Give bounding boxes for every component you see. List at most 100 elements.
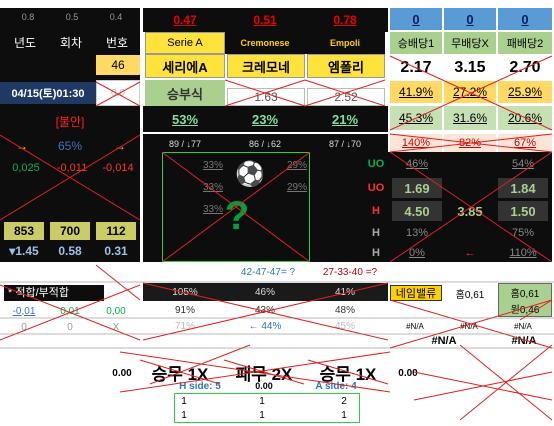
mid-r3-2: ← 44%: [248, 320, 282, 332]
team-ko-2: 크레모네: [227, 54, 305, 78]
blue-header-1: 0: [390, 8, 442, 30]
side-a: A side: 4: [315, 380, 357, 392]
odds-top-2: 0.51: [253, 13, 277, 27]
uo1-a: 46%: [405, 158, 429, 170]
green-header-2: 무배당X: [444, 32, 496, 54]
row-label-uo-2: UO: [367, 182, 385, 194]
pct-main-2: 23%: [251, 111, 279, 127]
change-3: -0,014: [102, 162, 134, 174]
decimal-3: 0.31: [104, 244, 128, 258]
pitch-left-pct-1: 33%: [202, 159, 223, 171]
fit-r2-3: X: [112, 321, 120, 333]
odds-top-3: 0.78: [333, 13, 357, 27]
grid-r2-1: 1: [181, 409, 187, 421]
number-cell[interactable]: 46: [96, 55, 140, 75]
na-5: #N/A: [511, 335, 537, 347]
home-value: 홈0,61: [455, 289, 485, 301]
formula-2: 27-33-40 =?: [322, 266, 378, 278]
grid-r1-1: 1: [181, 395, 187, 407]
na-4: #N/A: [431, 335, 457, 347]
away-value: 원0,46: [510, 304, 540, 316]
mid-r3-1: 71%: [174, 320, 195, 332]
label-year: 년도: [13, 35, 37, 50]
change-1: 0,025: [12, 162, 40, 174]
num-3: 112: [96, 222, 136, 240]
fit-r1-2: 0,01: [60, 305, 80, 317]
grid-r1-2: 1: [259, 395, 265, 407]
result-label: 승부식: [145, 80, 225, 106]
soccer-ball-icon: ⚽: [235, 160, 265, 188]
na-2: #N/A: [460, 321, 478, 331]
fit-r1-3: 0,00: [106, 305, 126, 317]
top-small-3: 0.4: [109, 12, 123, 22]
mid-r1-2: 46%: [254, 286, 275, 298]
faded-value-2: 2.52: [307, 88, 385, 106]
h1-b: 3.85: [457, 203, 483, 219]
h1-c: 1.50: [498, 201, 548, 221]
mid-r2-3: 48%: [334, 304, 355, 316]
odds-3: 2.70: [509, 59, 541, 76]
question-mark: ?: [224, 193, 250, 238]
blue-header-2: 0: [444, 8, 496, 30]
mid-r3-3: 45%: [334, 320, 355, 332]
bottom-zero-right: 0.00: [398, 367, 418, 379]
side-h: H side: 5: [179, 380, 221, 392]
top-small-2: 0.5: [65, 12, 79, 22]
blue-header-3: 0: [498, 8, 552, 30]
arrow-left: →: [16, 139, 28, 153]
odds-top-1: 0.47: [173, 13, 197, 27]
datetime-cell[interactable]: 04/15(토)01:30: [0, 82, 96, 104]
arrow-stat-2: 86 / ↓62: [248, 139, 282, 149]
green-header-1: 승배당1: [390, 32, 442, 54]
na-1: #N/A: [406, 321, 424, 331]
change-2: -0,011: [56, 162, 88, 174]
pct-main-3: 21%: [331, 111, 359, 127]
na-3: #N/A: [514, 321, 532, 331]
odds-pct-b-2: 31.6%: [444, 106, 496, 130]
team-en-3: Empoli: [305, 32, 385, 54]
arrow-stat-1: 89 / ↓77: [168, 139, 202, 149]
pitch-left-pct-2: 33%: [202, 181, 223, 193]
h1-a: 4.50: [392, 201, 442, 221]
mid-r2-2: 43%: [254, 304, 275, 316]
odds-pct-b-1: 45.3%: [390, 106, 442, 130]
num-1: 853: [4, 222, 44, 240]
home-value-2: 홈0,61: [510, 288, 540, 300]
top-small-1: 0.8: [21, 12, 35, 22]
grid-r1-3: 2: [341, 395, 347, 407]
bottom-zero: 0.00: [112, 367, 132, 379]
odds-pct-a-2: 27.2%: [444, 81, 496, 103]
row-label-h-1: H: [372, 205, 380, 217]
odds-2: 3.15: [454, 59, 486, 76]
arrow-stat-3: 87 / ↓70: [328, 139, 362, 149]
mid-r1-3: 41%: [334, 286, 355, 298]
uo2-c: 1.84: [498, 178, 548, 198]
row-label-h-2: H: [372, 227, 380, 239]
row-label-uo-1: UO: [367, 158, 385, 170]
pitch-right-pct-2: 29%: [286, 181, 307, 193]
grid-r2-3: 1: [341, 409, 347, 421]
left-pct: 65%: [57, 139, 83, 153]
h3-b: ←: [464, 247, 476, 259]
decimal-1: ▾1.45: [9, 244, 39, 258]
team-en-2: Cremonese: [225, 32, 305, 54]
team-en-1: Serie A: [145, 32, 225, 54]
h3-a: 0%: [409, 247, 425, 259]
team-ko-3: 엠폴리: [307, 54, 385, 78]
h3-c: 110%: [509, 247, 537, 259]
label-round: 회차: [59, 35, 83, 50]
mid-r2-1: 91%: [174, 304, 195, 316]
row-label-h-3: H: [372, 247, 380, 259]
green-header-3: 패배당2: [498, 32, 552, 54]
mid-r1-1: 105%: [172, 286, 198, 298]
odds-pct-c-3: 67%: [498, 134, 552, 152]
unsafe-label: [불안]: [55, 114, 85, 129]
formula-1: 42-47-47= ?: [240, 266, 296, 278]
label-number: 번호: [105, 35, 129, 50]
odds-pct-c-1: 140%: [390, 134, 442, 152]
x-cell[interactable]: 0.0: [96, 80, 140, 106]
odds-pct-b-3: 20.6%: [498, 106, 552, 130]
pitch-right-pct-1: 29%: [286, 159, 307, 171]
uo1-c: 54%: [511, 158, 535, 170]
num-2: 700: [50, 222, 90, 240]
